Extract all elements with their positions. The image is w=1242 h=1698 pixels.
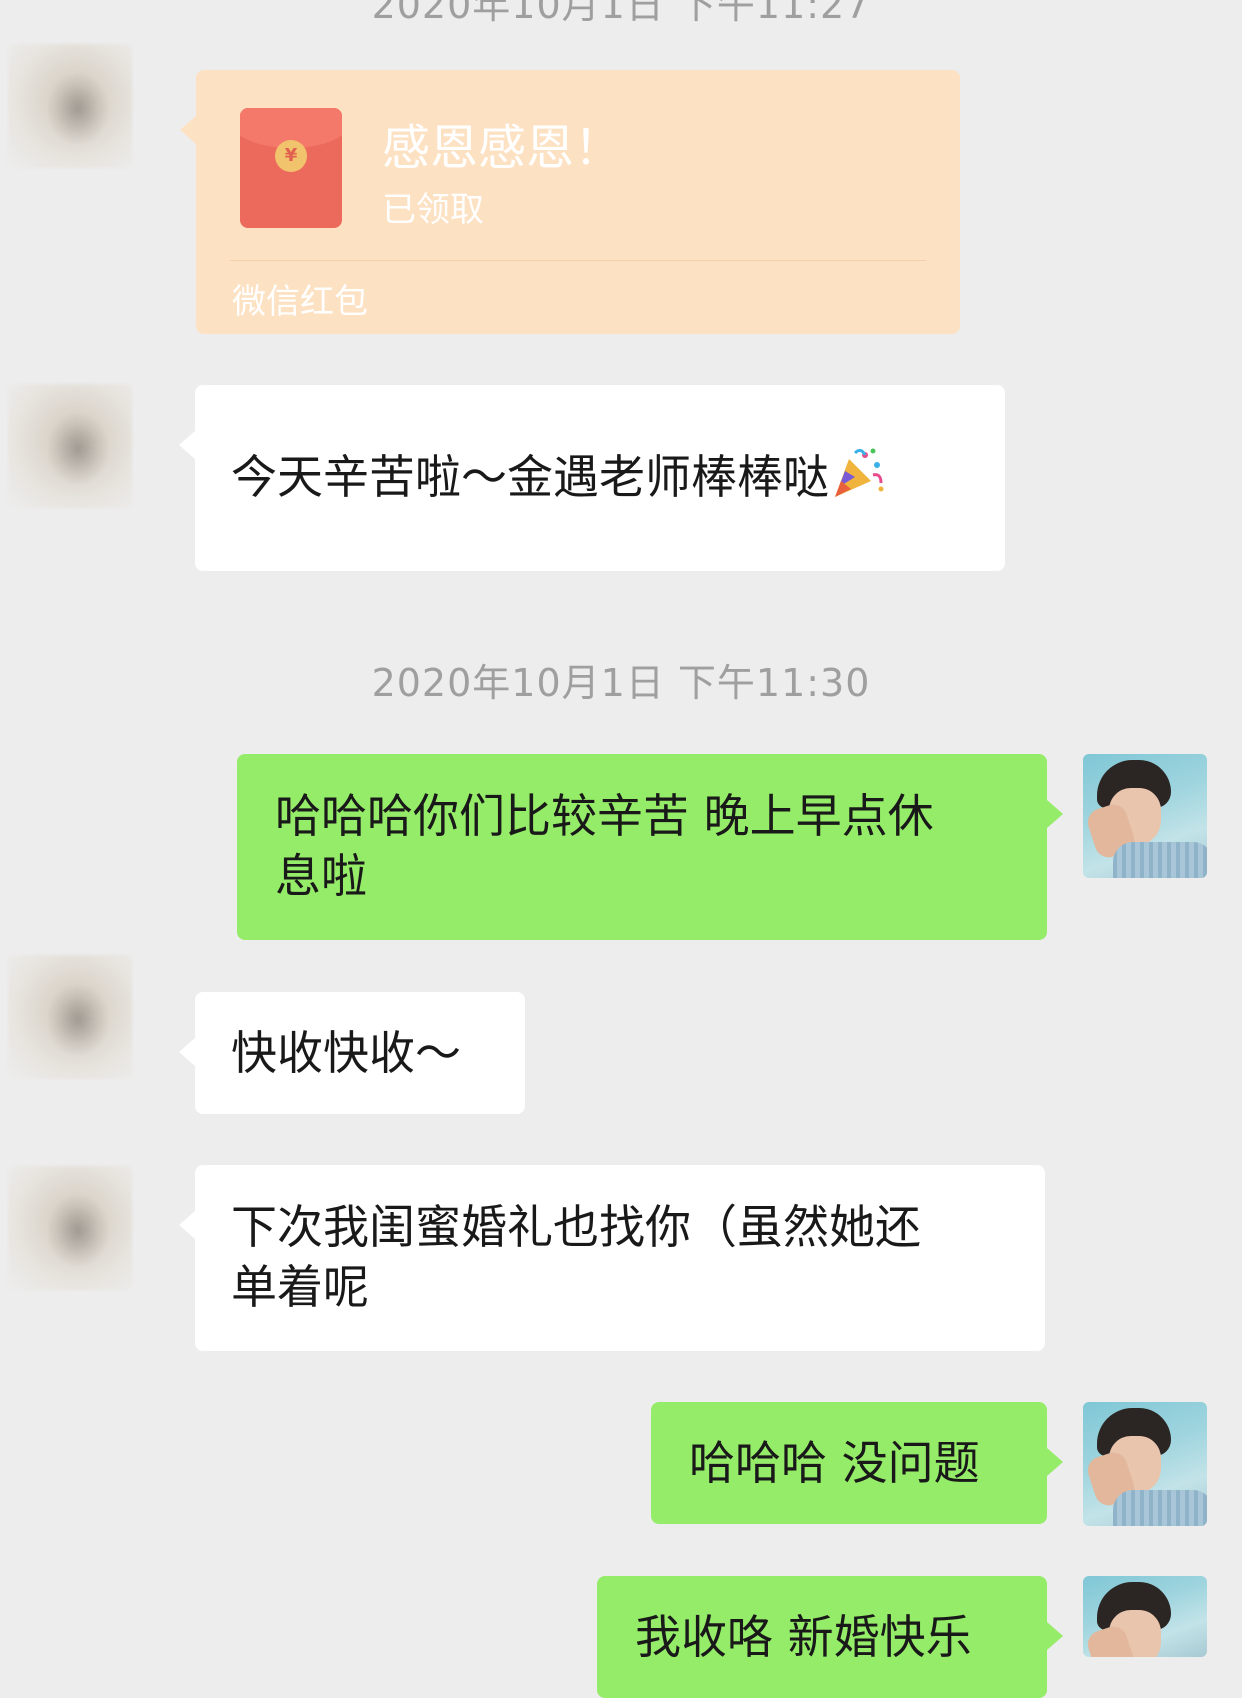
timestamp-top: 2020年10月1日 下午11:27 xyxy=(371,0,871,27)
message-bubble-incoming[interactable]: 快收快收～ xyxy=(179,992,525,1114)
contact-avatar[interactable] xyxy=(8,1166,132,1290)
timestamp-mid: 2020年10月1日 下午11:30 xyxy=(371,661,871,705)
red-packet-source: 微信红包 xyxy=(232,282,368,322)
my-avatar[interactable] xyxy=(1083,1402,1207,1526)
message-text: 快收快收～ xyxy=(231,1026,461,1080)
contact-avatar[interactable] xyxy=(8,955,132,1079)
red-packet-status: 已领取 xyxy=(382,190,484,230)
coin-icon: ¥ xyxy=(275,140,307,172)
message-text: 今天辛苦啦～金遇老师棒棒哒 xyxy=(231,450,829,504)
message-text-line1: 哈哈哈你们比较辛苦 晚上早点休 xyxy=(275,789,934,843)
red-packet-divider xyxy=(230,260,926,261)
message-text: 哈哈哈 没问题 xyxy=(689,1436,980,1490)
message-text: 我收咯 新婚快乐 xyxy=(635,1610,972,1664)
my-avatar[interactable] xyxy=(1083,1576,1207,1657)
message-bubble-outgoing[interactable]: 哈哈哈你们比较辛苦 晚上早点休 息啦 xyxy=(237,754,1063,940)
message-bubble-outgoing[interactable]: 我收咯 新婚快乐 xyxy=(597,1576,1063,1698)
my-avatar[interactable] xyxy=(1083,754,1207,878)
message-text-line2: 单着呢 xyxy=(231,1260,369,1314)
red-envelope-icon: ¥ xyxy=(240,108,342,228)
party-popper-icon xyxy=(835,448,884,497)
message-text-line1: 下次我闺蜜婚礼也找你（虽然她还 xyxy=(231,1200,921,1254)
red-packet-message[interactable]: ¥ 感恩感恩！ 已领取 微信红包 xyxy=(180,70,960,334)
message-bubble-incoming[interactable]: 下次我闺蜜婚礼也找你（虽然她还 单着呢 xyxy=(179,1165,1045,1351)
contact-avatar[interactable] xyxy=(8,384,132,508)
message-bubble-outgoing[interactable]: 哈哈哈 没问题 xyxy=(651,1402,1063,1524)
message-bubble-incoming[interactable]: 今天辛苦啦～金遇老师棒棒哒 xyxy=(179,385,1005,571)
message-text-line2: 息啦 xyxy=(275,849,367,903)
red-packet-title: 感恩感恩！ xyxy=(382,120,623,176)
contact-avatar[interactable] xyxy=(8,44,132,168)
